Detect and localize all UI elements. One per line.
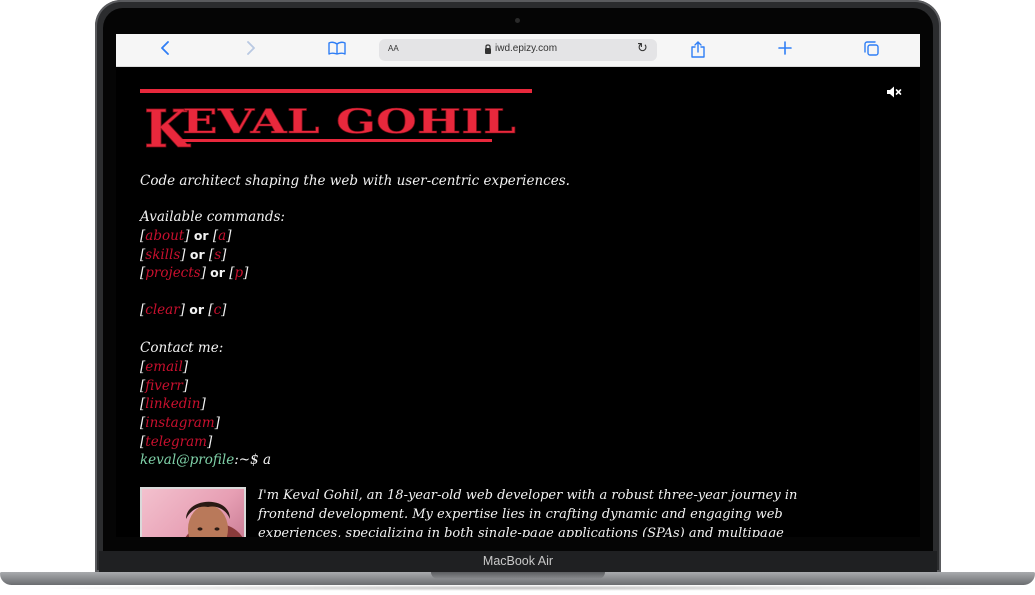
plus-icon[interactable]: [774, 41, 796, 59]
tagline: Code architect shaping the web with user…: [140, 173, 570, 189]
contact-line-linkedin: [linkedin]: [140, 396, 206, 413]
address-bar[interactable]: AA iwd.epizy.com ↻: [379, 39, 657, 61]
share-icon[interactable]: [687, 41, 709, 59]
contact-line-email: [email]: [140, 359, 189, 375]
contact-heading: Contact me:: [140, 340, 224, 356]
laptop-screen: AA iwd.epizy.com ↻ K EVAL GOHIL Code arc…: [116, 34, 920, 537]
contact-link-fiverr[interactable]: fiverr: [145, 378, 183, 394]
url-text[interactable]: iwd.epizy.com: [495, 43, 557, 54]
book-icon[interactable]: [326, 41, 348, 59]
chevron-right-icon[interactable]: [240, 41, 262, 59]
lock-icon: [485, 44, 491, 54]
chevron-left-icon[interactable]: [154, 41, 176, 59]
command-link-about[interactable]: about: [145, 228, 184, 244]
browser-toolbar: AA iwd.epizy.com ↻: [116, 34, 920, 67]
clear-command-link[interactable]: clear: [145, 302, 179, 318]
short-command-link-about[interactable]: a: [218, 228, 226, 244]
avatar: [140, 487, 246, 537]
contact-link-instagram[interactable]: instagram: [145, 415, 214, 431]
clear-short-command-link[interactable]: c: [214, 302, 222, 318]
command-line-about: [about] or [a]: [140, 228, 232, 244]
prompt-input[interactable]: :~$ a: [234, 452, 271, 468]
commands-heading: Available commands:: [140, 209, 285, 225]
text-size-button[interactable]: AA: [388, 44, 399, 53]
laptop-notch: [431, 572, 605, 579]
contact-line-fiverr: [fiverr]: [140, 377, 189, 394]
command-line-projects: [projects] or [p]: [140, 265, 249, 282]
bio-text: I'm Keval Gohil, an 18-year-old web deve…: [258, 488, 798, 537]
device-label: MacBook Air: [482, 554, 554, 568]
laptop-chin: MacBook Air: [99, 551, 937, 572]
laptop-shadow: [30, 585, 1005, 591]
site-logo: K EVAL GOHIL: [140, 89, 532, 153]
mute-icon[interactable]: [886, 85, 902, 99]
tabs-icon[interactable]: [860, 41, 882, 59]
command-link-projects[interactable]: projects: [145, 265, 200, 281]
logo-text: EVAL GOHIL: [182, 102, 516, 142]
reload-icon[interactable]: ↻: [637, 41, 648, 56]
camera-icon: [515, 18, 520, 23]
contact-line-telegram: [telegram]: [140, 433, 213, 450]
terminal-prompt[interactable]: keval@profile:~$ a: [140, 451, 840, 470]
prompt-user: keval@profile: [140, 452, 235, 468]
contact-link-telegram[interactable]: telegram: [145, 434, 207, 450]
clear-command-line: [clear] or [c]: [140, 302, 227, 318]
contact-line-instagram: [instagram]: [140, 415, 220, 432]
short-command-link-projects[interactable]: p: [235, 265, 244, 281]
contact-link-linkedin[interactable]: linkedin: [145, 396, 200, 412]
terminal-page: K EVAL GOHIL Code architect shaping the …: [116, 67, 920, 537]
contact-link-email[interactable]: email: [145, 359, 182, 375]
command-line-skills: [skills] or [s]: [140, 246, 227, 263]
command-link-skills[interactable]: skills: [145, 247, 180, 263]
